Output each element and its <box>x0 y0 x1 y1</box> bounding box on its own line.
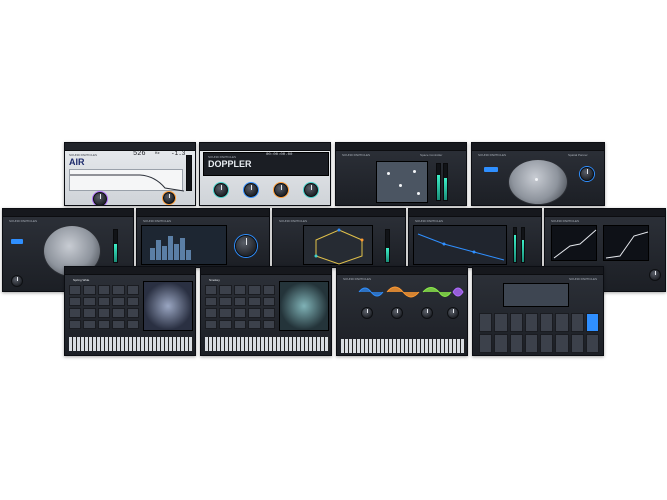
room-source-dot[interactable] <box>413 170 416 173</box>
spectral-window: SOUND PARTICLES <box>136 208 270 268</box>
doppler-distance-knob[interactable] <box>244 183 258 197</box>
skydust-curve-left[interactable] <box>551 225 597 261</box>
space-controller-window: SOUND PARTICLES Space Controller <box>335 142 467 206</box>
sampler-b-titlebar <box>201 267 331 275</box>
energy-meter <box>385 229 390 263</box>
drum-window: SOUND PARTICLES <box>472 266 604 356</box>
room-source-dot[interactable] <box>417 192 420 195</box>
sampler-a-pad-grid[interactable] <box>69 285 139 329</box>
sampler-b-window: Smokey <box>200 266 332 356</box>
air-output-meter <box>186 155 192 191</box>
room-source-dot[interactable] <box>387 172 390 175</box>
sampler-a-preset: Spring Wide <box>73 278 90 282</box>
doppler-titlebar <box>200 143 330 151</box>
sampler-a-window: Spring Wide <box>64 266 196 356</box>
waveform-window: SOUND PARTICLES <box>336 266 468 356</box>
waveform-titlebar <box>337 267 467 275</box>
skydust-curve-left-line <box>553 229 597 259</box>
skydust-curve-right-line <box>605 231 649 259</box>
sky-dome-brand: SOUND PARTICLES <box>478 153 507 157</box>
space-meter-left <box>436 163 441 201</box>
doppler-speed-knob[interactable] <box>214 183 228 197</box>
space-controller-brand: SOUND PARTICLES <box>342 153 371 157</box>
energy-panner-window: SOUND PARTICLES <box>272 208 406 268</box>
air-frequency-unit: Hz <box>155 152 160 156</box>
doppler-plugin-window: SOUND PARTICLES DOPPLER 00:00:00.00 <box>199 142 331 206</box>
doppler-depth-knob[interactable] <box>274 183 288 197</box>
sky-dome-sphere[interactable] <box>508 159 568 205</box>
air-gain-knob[interactable] <box>93 192 107 205</box>
sampler-b-nebula-view[interactable] <box>279 281 329 331</box>
space-controller-label: Space Controller <box>420 153 443 157</box>
sky-dome-window: SOUND PARTICLES Spatial Panner <box>471 142 605 206</box>
spectral-display <box>141 225 227 265</box>
spectral-bars <box>150 230 191 260</box>
drum-brand: SOUND PARTICLES <box>569 277 598 281</box>
sky-dome-titlebar <box>472 143 604 151</box>
air-eq-graph[interactable] <box>69 169 185 192</box>
inner-room-brand: SOUND PARTICLES <box>415 219 444 223</box>
doppler-timecode: 00:00:00.00 <box>266 153 293 157</box>
skydust-brand: SOUND PARTICLES <box>551 219 580 223</box>
skydust-curve-right[interactable] <box>603 225 649 261</box>
air-plugin-window: SOUND PARTICLES AIR 526 Hz -1.3 <box>64 142 196 206</box>
waveform-knob-4[interactable] <box>447 307 459 319</box>
spectral-main-knob[interactable] <box>235 235 257 257</box>
sampler-b-preset: Smokey <box>209 278 220 282</box>
drum-titlebar <box>473 267 603 275</box>
energy-panner-graph[interactable] <box>303 225 373 265</box>
energy-panner-titlebar <box>273 209 405 217</box>
immersive-panner-titlebar <box>3 209 133 217</box>
spectral-brand: SOUND PARTICLES <box>143 219 172 223</box>
energy-panner-brand: SOUND PARTICLES <box>279 219 308 223</box>
inner-room-line <box>417 233 505 261</box>
skydust-titlebar <box>545 209 665 217</box>
sky-dome-label: Spatial Panner <box>568 153 588 157</box>
waveform-knob-1[interactable] <box>361 307 373 319</box>
waveform-knob-3[interactable] <box>421 307 433 319</box>
room-source-dot[interactable] <box>399 184 402 187</box>
sky-dome-mode-button[interactable] <box>484 167 498 172</box>
sky-dome-source-dot[interactable] <box>535 178 538 181</box>
air-title: AIR <box>69 157 85 167</box>
air-eq-curve <box>70 174 185 192</box>
air-frequency-readout: 526 <box>133 150 146 158</box>
skydust-knob-2[interactable] <box>649 269 661 281</box>
sampler-b-keyboard[interactable] <box>205 337 329 351</box>
sampler-a-keyboard[interactable] <box>69 337 193 351</box>
drum-kit-view[interactable] <box>503 283 569 307</box>
waveform-knob-2[interactable] <box>391 307 403 319</box>
sky-dome-width-knob[interactable] <box>580 167 594 181</box>
immersive-panner-brand: SOUND PARTICLES <box>9 219 38 223</box>
energy-panner-hexagon <box>314 228 364 265</box>
space-meter-right <box>443 163 448 201</box>
sampler-a-nebula-view[interactable] <box>143 281 193 331</box>
sampler-a-titlebar <box>65 267 195 275</box>
doppler-mix-knob[interactable] <box>304 183 318 197</box>
immersive-panner-mode-button[interactable] <box>11 239 23 244</box>
inner-room-meter <box>513 227 517 263</box>
immersive-meter <box>113 229 118 263</box>
plugin-collage: SOUND PARTICLES AIR 526 Hz -1.3 SOUND PA… <box>0 0 667 500</box>
waveform-display[interactable] <box>357 281 465 303</box>
immersive-gain-knob[interactable] <box>11 275 23 287</box>
air-gain-readout: -1.3 <box>171 150 186 157</box>
doppler-title: DOPPLER <box>208 159 252 169</box>
sampler-b-pad-grid[interactable] <box>205 285 275 329</box>
inner-room-window: SOUND PARTICLES <box>408 208 542 268</box>
air-mix-knob[interactable] <box>163 192 175 204</box>
space-controller-room-view[interactable] <box>376 161 428 203</box>
spectral-titlebar <box>137 209 269 217</box>
inner-room-titlebar <box>409 209 541 217</box>
inner-room-source-graph[interactable] <box>413 225 507 265</box>
space-controller-titlebar <box>336 143 466 151</box>
waveform-keyboard[interactable] <box>341 339 465 353</box>
inner-room-meter-2 <box>521 227 525 263</box>
drum-pad-grid[interactable] <box>479 313 599 353</box>
